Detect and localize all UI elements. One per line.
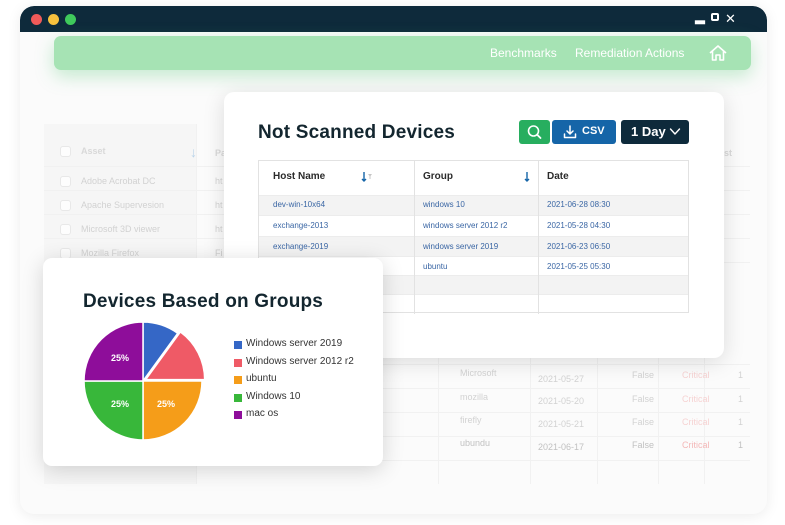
row-checkbox[interactable] (60, 200, 71, 211)
lower-row-flag: False (632, 394, 655, 404)
cell-host[interactable]: exchange-2019 (273, 242, 328, 251)
lower-row-severity: Critical (682, 370, 710, 380)
close-icon[interactable]: ✕ (725, 10, 736, 28)
legend-swatch (234, 358, 242, 367)
pie-slice-label: 25% (157, 399, 175, 409)
column-header-group[interactable]: Group (423, 171, 453, 182)
cell-date: 2021-05-28 04:30 (547, 221, 611, 230)
cell-host[interactable]: exchange-2013 (273, 221, 328, 230)
cell-date: 2021-05-25 05:30 (547, 262, 611, 271)
row-checkbox[interactable] (60, 224, 71, 235)
lower-row-date: 2021-06-17 (538, 442, 585, 452)
cell-group: windows server 2012 r2 (423, 221, 508, 230)
legend-label: ubuntu (246, 373, 277, 384)
lower-row-name: ubundu (460, 438, 491, 448)
download-icon (563, 125, 577, 139)
row-checkbox[interactable] (60, 176, 71, 187)
legend-swatch (234, 376, 242, 384)
lower-row-name: firefly (460, 415, 482, 425)
cell-group: windows 10 (423, 200, 465, 209)
cell-date: 2021-06-28 08:30 (547, 200, 611, 209)
pie-slice-label: 25% (111, 399, 129, 409)
lower-row-name: Microsoft (460, 368, 497, 378)
asset-col2: ht (215, 176, 223, 186)
lower-row-name: mozilla (460, 392, 489, 402)
asset-name: Apache Supervesion (81, 200, 165, 210)
asset-name: Adobe Acrobat DC (81, 176, 156, 186)
devices-by-group-card: Devices Based on Groups 25% 25% 25% Window… (43, 258, 383, 466)
asset-header: Asset (81, 146, 106, 156)
time-range-label: 1 Day (631, 124, 666, 139)
nav-remediation-actions[interactable]: Remediation Actions (575, 46, 684, 60)
minimize-icon[interactable]: ▂ (695, 8, 705, 26)
legend-swatch (234, 393, 242, 402)
sort-desc-icon[interactable] (521, 170, 535, 184)
cell-group: windows server 2019 (423, 242, 499, 251)
lower-row-flag: False (632, 440, 655, 450)
asset-col2: ht (215, 200, 223, 210)
lower-row-date: 2021-05-20 (538, 396, 585, 406)
cell-date: 2021-06-23 06:50 (547, 242, 611, 251)
select-all-checkbox[interactable] (60, 146, 71, 157)
cell-host[interactable]: dev-win-10x64 (273, 200, 325, 209)
sort-desc-icon[interactable]: ↓ (190, 144, 197, 160)
legend-label: mac os (246, 408, 279, 419)
asset-name: Mozilla Firefox (81, 248, 140, 258)
lower-row-count: 1 (738, 370, 744, 380)
lower-row-count: 1 (738, 440, 744, 450)
search-icon (527, 125, 542, 139)
chevron-down-icon (669, 128, 681, 135)
nav-benchmarks[interactable]: Benchmarks (490, 46, 557, 60)
lower-row-flag: False (632, 417, 655, 427)
search-button[interactable] (519, 120, 550, 144)
chart-title: Devices Based on Groups (83, 291, 324, 312)
restore-icon[interactable] (711, 13, 719, 21)
pie-slice-mac-os[interactable] (83, 321, 144, 382)
title-bar: ▂ ✕ (20, 6, 767, 32)
legend-label: Windows server 2019 (246, 338, 343, 349)
time-range-dropdown[interactable]: 1 Day (621, 120, 689, 144)
cell-group: ubuntu (423, 262, 448, 271)
lower-row-severity: Critical (682, 417, 710, 427)
lower-row-severity: Critical (682, 440, 710, 450)
lower-row-count: 1 (738, 417, 744, 427)
lower-row-severity: Critical (682, 394, 710, 404)
home-icon[interactable] (708, 43, 728, 63)
lower-row-count: 1 (738, 394, 744, 404)
pie-slice-label: 25% (111, 353, 129, 363)
csv-label: CSV (582, 125, 605, 137)
lower-row-flag: False (632, 370, 655, 380)
pie-slice-windows-10[interactable] (83, 380, 144, 441)
lower-row-date: 2021-05-27 (538, 374, 585, 384)
legend-label: Windows 10 (246, 390, 301, 402)
top-navbar: Benchmarks Remediation Actions (54, 36, 751, 70)
asset-name: Microsoft 3D viewer (81, 224, 161, 234)
asset-col2: ht (215, 224, 223, 234)
close-window-button[interactable] (31, 14, 42, 25)
pie-slice-ubuntu[interactable] (142, 380, 203, 441)
sort-icon[interactable] (360, 170, 374, 184)
asset-col2: Fi (215, 248, 223, 258)
lower-row-date: 2021-05-21 (538, 419, 585, 429)
column-header-date[interactable]: Date (547, 171, 569, 182)
column-header-host-name[interactable]: Host Name (273, 171, 325, 182)
csv-download-button[interactable]: CSV (552, 120, 616, 144)
legend-label: Windows server 2012 r2 (246, 355, 354, 367)
card-title: Not Scanned Devices (258, 122, 456, 143)
legend-swatch (234, 341, 242, 349)
minimize-window-button[interactable] (48, 14, 59, 25)
pie-chart: 25% 25% 25% (83, 321, 205, 441)
legend-swatch (234, 411, 242, 419)
maximize-window-button[interactable] (65, 14, 76, 25)
